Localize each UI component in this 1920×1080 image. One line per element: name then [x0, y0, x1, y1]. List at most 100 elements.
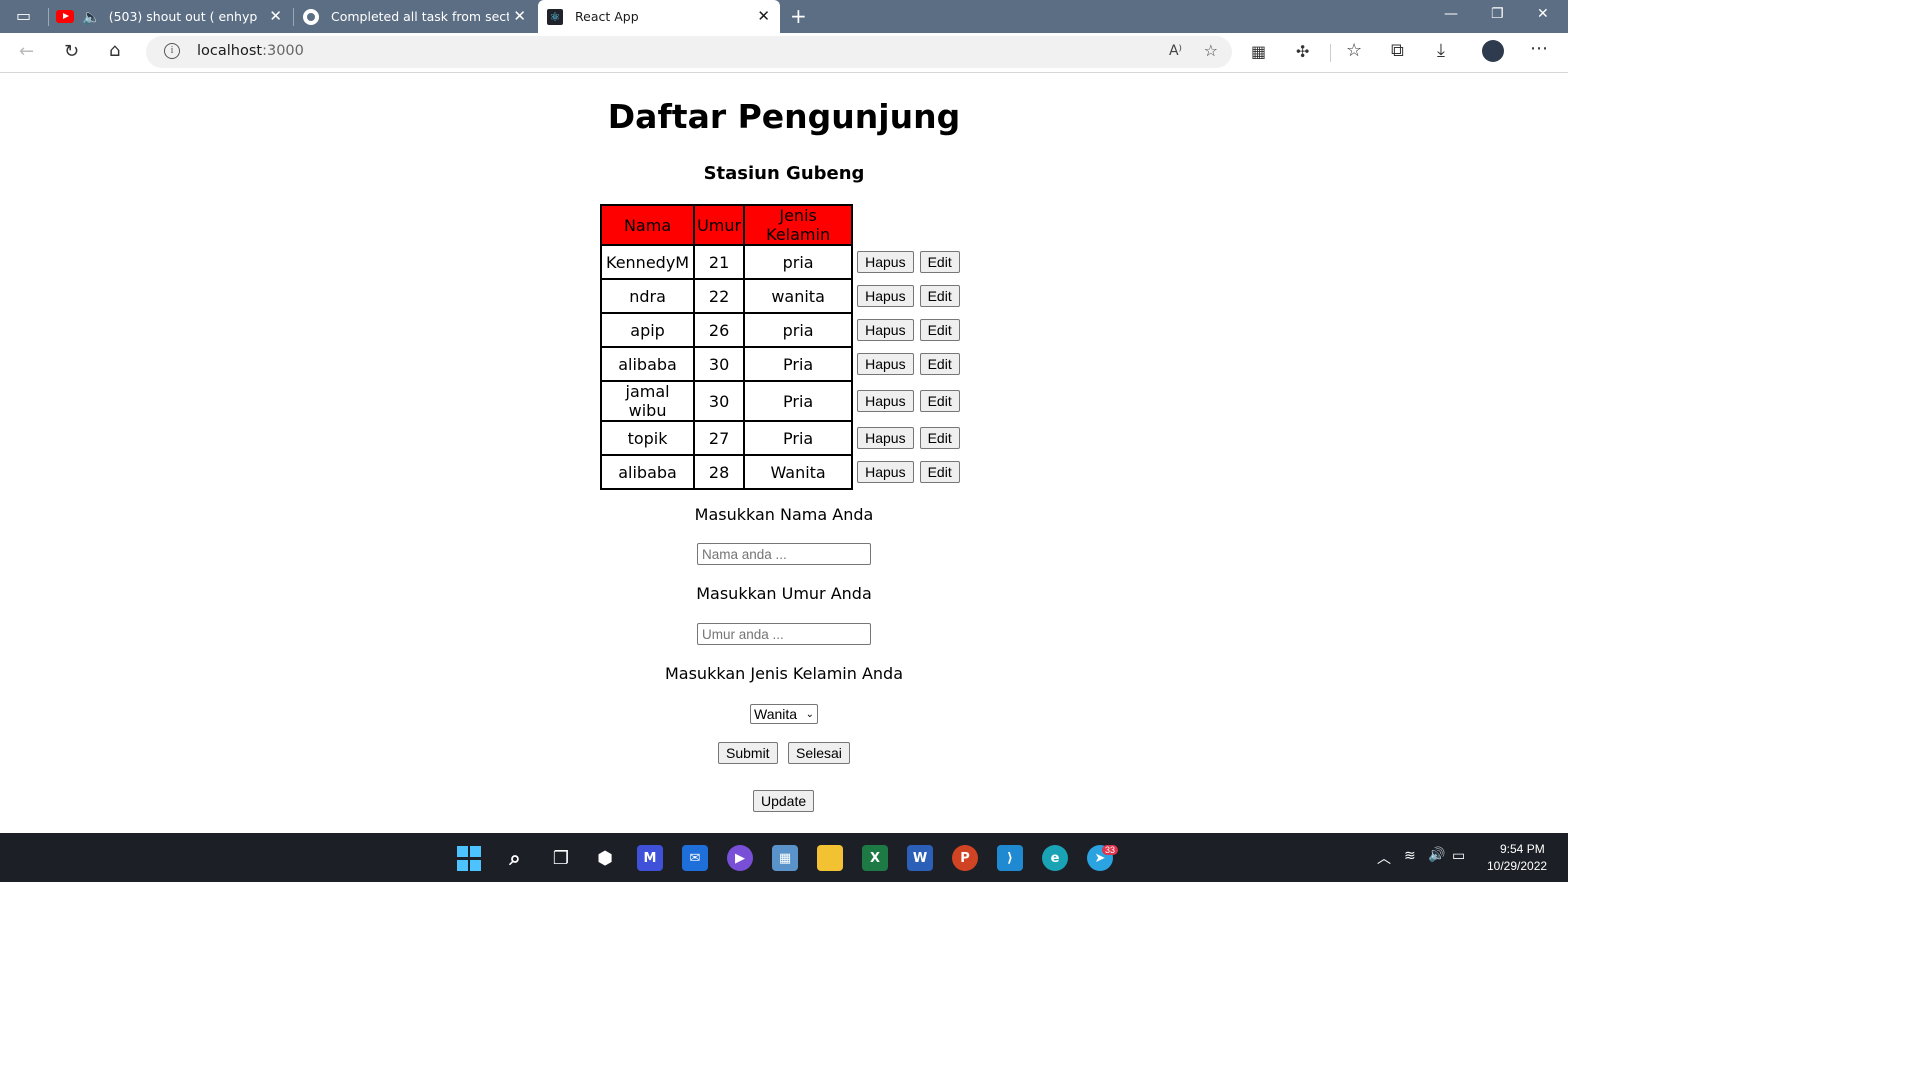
- tab-actions-icon[interactable]: ▭: [16, 6, 31, 26]
- close-window-icon[interactable]: ✕: [1537, 6, 1549, 22]
- update-button[interactable]: Update: [753, 790, 815, 812]
- tab-youtube[interactable]: 🔈 (503) shout out ( enhypen ) ✕: [56, 0, 292, 33]
- collections-icon[interactable]: ⧉: [1391, 41, 1404, 61]
- edit-button[interactable]: Edit: [919, 251, 960, 273]
- file-explorer-icon[interactable]: [817, 845, 843, 871]
- add-favorite-icon[interactable]: ☆: [1204, 41, 1218, 60]
- wifi-icon[interactable]: ≋: [1404, 847, 1416, 864]
- tab-github[interactable]: Completed all task from section ✕: [300, 0, 536, 33]
- cell-nama: ndra: [599, 278, 696, 314]
- photos-icon[interactable]: ▦: [772, 845, 798, 871]
- read-aloud-icon[interactable]: A⁾: [1169, 43, 1182, 59]
- cell-nama: KennedyM: [599, 244, 696, 280]
- edge-icon[interactable]: e: [1042, 845, 1068, 871]
- submit-button[interactable]: Submit: [718, 742, 778, 764]
- minimize-icon[interactable]: —: [1444, 6, 1458, 22]
- cell-jenis-kelamin: wanita: [743, 278, 854, 314]
- name-field-label: Masukkan Nama Anda: [694, 505, 874, 524]
- table-row: jamal wibu 30 Pria Hapus Edit: [599, 380, 967, 422]
- delete-button[interactable]: Hapus: [857, 461, 914, 483]
- windows-start-icon[interactable]: [457, 845, 481, 871]
- gender-select[interactable]: Wanita ⌄: [750, 704, 818, 724]
- url-text[interactable]: localhost:3000: [197, 43, 304, 59]
- column-header-umur: Umur: [693, 204, 746, 246]
- youtube-icon: [56, 10, 74, 23]
- vscode-icon[interactable]: ⟩: [997, 845, 1023, 871]
- cell-nama: topik: [599, 420, 696, 456]
- cell-umur: 21: [693, 244, 746, 280]
- tab-label: React App: [575, 9, 639, 24]
- name-input[interactable]: [697, 543, 871, 565]
- edit-button[interactable]: Edit: [919, 461, 960, 483]
- page-content: Daftar Pengunjung Stasiun Gubeng Nama Um…: [0, 73, 1568, 833]
- site-info-icon[interactable]: i: [164, 43, 180, 59]
- new-tab-icon[interactable]: +: [790, 4, 807, 28]
- delete-button[interactable]: Hapus: [857, 251, 914, 273]
- edit-button[interactable]: Edit: [919, 390, 960, 412]
- gender-field-label: Masukkan Jenis Kelamin Anda: [664, 664, 904, 683]
- column-header-jenis-kelamin: Jenis Kelamin: [743, 204, 854, 246]
- actions-header-spacer: [852, 205, 967, 245]
- row-actions: Hapus Edit: [852, 245, 967, 279]
- speaker-icon[interactable]: 🔈: [82, 8, 101, 26]
- edit-button[interactable]: Edit: [919, 427, 960, 449]
- delete-button[interactable]: Hapus: [857, 285, 914, 307]
- cell-umur: 28: [693, 454, 746, 490]
- hidden-icons-chevron[interactable]: ︿: [1377, 848, 1391, 868]
- chevron-down-icon: ⌄: [805, 708, 814, 720]
- apps-icon[interactable]: ▦: [1251, 42, 1266, 62]
- tab-label: Completed all task from section: [331, 9, 509, 24]
- delete-button[interactable]: Hapus: [857, 319, 914, 341]
- extensions-icon[interactable]: ✣: [1296, 42, 1309, 62]
- address-bar[interactable]: i A⁾ ☆: [146, 36, 1232, 68]
- cell-nama: alibaba: [599, 346, 696, 382]
- app-icon[interactable]: ⬢: [592, 845, 618, 871]
- app-icon[interactable]: M: [637, 845, 663, 871]
- finish-button[interactable]: Selesai: [788, 742, 850, 764]
- close-tab-icon[interactable]: ✕: [513, 8, 526, 24]
- react-icon: ⚛: [547, 8, 563, 25]
- row-actions: Hapus Edit: [852, 313, 967, 347]
- edit-button[interactable]: Edit: [919, 285, 960, 307]
- edit-button[interactable]: Edit: [919, 319, 960, 341]
- cell-jenis-kelamin: Wanita: [743, 454, 854, 490]
- age-input[interactable]: [697, 623, 871, 645]
- avatar[interactable]: [1482, 40, 1504, 62]
- delete-button[interactable]: Hapus: [857, 427, 914, 449]
- cell-umur: 27: [693, 420, 746, 456]
- delete-button[interactable]: Hapus: [857, 390, 914, 412]
- word-icon[interactable]: W: [907, 845, 933, 871]
- cell-jenis-kelamin: Pria: [743, 380, 854, 422]
- gender-selected-value: Wanita: [754, 706, 798, 722]
- refresh-icon[interactable]: ↻: [64, 42, 79, 62]
- table-row: alibaba 28 Wanita Hapus Edit: [599, 454, 967, 490]
- edit-button[interactable]: Edit: [919, 353, 960, 375]
- tab-label: (503) shout out ( enhypen ): [108, 9, 257, 24]
- more-menu-icon[interactable]: ⋯: [1530, 39, 1548, 59]
- task-view-icon[interactable]: ❐: [548, 845, 574, 871]
- volume-icon[interactable]: 🔊: [1428, 846, 1445, 863]
- home-icon[interactable]: ⌂: [109, 41, 120, 61]
- battery-icon[interactable]: ▭: [1452, 847, 1465, 864]
- excel-icon[interactable]: X: [862, 845, 888, 871]
- clock-time[interactable]: 9:54 PM: [1500, 842, 1545, 856]
- back-icon[interactable]: ←: [19, 42, 34, 62]
- windows-taskbar: ⌕ ❐ ⬢ M ✉ ▶ ▦ X W P ⟩ e ➤ 33 ︿ ≋ 🔊 ▭ 9:5…: [0, 833, 1568, 882]
- powerpoint-icon[interactable]: P: [952, 845, 978, 871]
- tab-react-app[interactable]: ⚛ React App ✕: [538, 0, 780, 33]
- media-player-icon[interactable]: ▶: [727, 845, 753, 871]
- close-tab-icon[interactable]: ✕: [269, 8, 282, 24]
- tab-separator: [293, 8, 294, 26]
- close-tab-icon[interactable]: ✕: [757, 8, 770, 24]
- search-icon[interactable]: ⌕: [502, 845, 528, 871]
- clock-date[interactable]: 10/29/2022: [1487, 859, 1547, 873]
- downloads-icon[interactable]: ⤓: [1437, 41, 1445, 61]
- table-row: alibaba 30 Pria Hapus Edit: [599, 346, 967, 382]
- delete-button[interactable]: Hapus: [857, 353, 914, 375]
- age-field-label: Masukkan Umur Anda: [696, 584, 872, 603]
- column-header-nama: Nama: [599, 204, 696, 246]
- restore-icon[interactable]: ❐: [1491, 6, 1504, 22]
- mail-icon[interactable]: ✉: [682, 845, 708, 871]
- favorites-icon[interactable]: ☆: [1346, 41, 1362, 61]
- cell-jenis-kelamin: Pria: [743, 346, 854, 382]
